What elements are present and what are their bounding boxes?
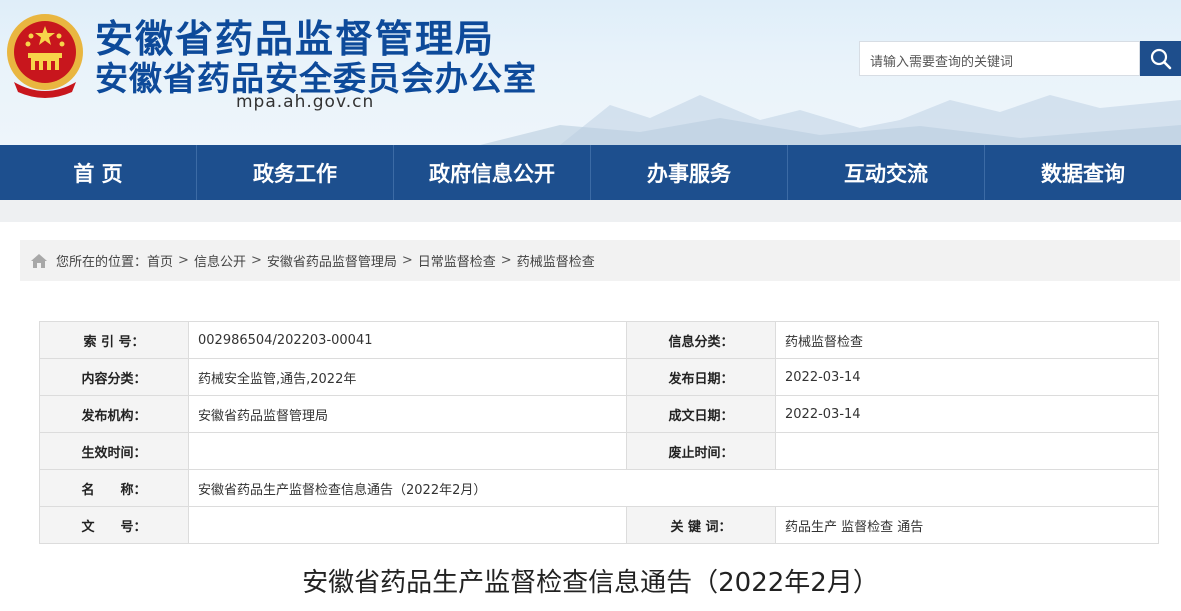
index-number-value: 002986504/202203-00041 — [188, 321, 627, 359]
keywords-label: 关 键 词： — [626, 506, 776, 544]
breadcrumb-link-home[interactable]: 首页 — [147, 251, 173, 270]
index-number-label: 索 引 号： — [39, 321, 189, 359]
table-row: 文 号： 关 键 词： 药品生产 监督检查 通告 — [39, 506, 1159, 544]
nav-item-services[interactable]: 办事服务 — [591, 145, 788, 200]
publish-date-label: 发布日期： — [626, 358, 776, 396]
nav-item-home[interactable]: 首 页 — [0, 145, 197, 200]
breadcrumb-separator: > — [500, 253, 512, 268]
breadcrumb-prefix: 您所在的位置： — [56, 255, 148, 270]
national-emblem-icon — [7, 14, 83, 98]
effective-time-value — [188, 432, 627, 470]
publishing-org-label: 发布机构： — [39, 395, 189, 433]
written-date-value: 2022-03-14 — [775, 395, 1159, 433]
header-banner: 安徽省药品监督管理局 安徽省药品安全委员会办公室 mpa.ah.gov.cn 请… — [0, 0, 1181, 145]
document-number-value — [188, 506, 627, 544]
table-row: 发布机构： 安徽省药品监督管理局 成文日期： 2022-03-14 — [39, 395, 1159, 433]
breadcrumb-link-agency[interactable]: 安徽省药品监督管理局 — [267, 251, 397, 270]
breadcrumb-separator: > — [401, 253, 413, 268]
breadcrumb-link-daily-inspection[interactable]: 日常监督检查 — [418, 251, 496, 270]
keywords-value: 药品生产 监督检查 通告 — [775, 506, 1159, 544]
breadcrumb-link-info-disclosure[interactable]: 信息公开 — [194, 251, 246, 270]
document-name-value: 安徽省药品生产监督检查信息通告（2022年2月） — [188, 469, 1159, 507]
publishing-org-value: 安徽省药品监督管理局 — [188, 395, 627, 433]
written-date-label: 成文日期： — [626, 395, 776, 433]
publish-date-value: 2022-03-14 — [775, 358, 1159, 396]
effective-time-label: 生效时间： — [39, 432, 189, 470]
main-nav: 首 页 政务工作 政府信息公开 办事服务 互动交流 数据查询 — [0, 145, 1181, 200]
nav-divider — [0, 200, 1181, 222]
nav-item-government-work[interactable]: 政务工作 — [197, 145, 394, 200]
table-row: 名 称： 安徽省药品生产监督检查信息通告（2022年2月） — [39, 469, 1159, 507]
search-button[interactable] — [1140, 41, 1181, 76]
breadcrumb-separator: > — [250, 253, 262, 268]
table-row: 生效时间： 废止时间： — [39, 432, 1159, 470]
content-category-value: 药械安全监管,通告,2022年 — [188, 358, 627, 396]
document-name-label: 名 称： — [39, 469, 189, 507]
site-domain: mpa.ah.gov.cn — [236, 92, 375, 112]
search-icon — [1150, 48, 1171, 69]
table-row: 索 引 号： 002986504/202203-00041 信息分类： 药械监督… — [39, 321, 1159, 359]
breadcrumb-separator: > — [178, 253, 189, 268]
nav-item-information-disclosure[interactable]: 政府信息公开 — [394, 145, 591, 200]
expiry-time-value — [775, 432, 1159, 470]
content-category-label: 内容分类： — [39, 358, 189, 396]
table-row: 内容分类： 药械安全监管,通告,2022年 发布日期： 2022-03-14 — [39, 358, 1159, 396]
document-number-label: 文 号： — [39, 506, 189, 544]
expiry-time-label: 废止时间： — [626, 432, 776, 470]
nav-item-data-query[interactable]: 数据查询 — [985, 145, 1181, 200]
info-category-value: 药械监督检查 — [775, 321, 1159, 359]
breadcrumb: 您所在的位置： 首页 > 信息公开 > 安徽省药品监督管理局 > 日常监督检查 … — [20, 240, 1180, 281]
article-title: 安徽省药品生产监督检查信息通告（2022年2月） — [302, 568, 879, 598]
breadcrumb-link-drug-device-inspection[interactable]: 药械监督检查 — [517, 251, 595, 270]
nav-item-interaction[interactable]: 互动交流 — [788, 145, 985, 200]
document-info-table: 索 引 号： 002986504/202203-00041 信息分类： 药械监督… — [39, 321, 1159, 544]
info-category-label: 信息分类： — [626, 321, 776, 359]
search-input[interactable]: 请输入需要查询的关键词 — [859, 41, 1140, 76]
home-icon — [30, 253, 48, 269]
